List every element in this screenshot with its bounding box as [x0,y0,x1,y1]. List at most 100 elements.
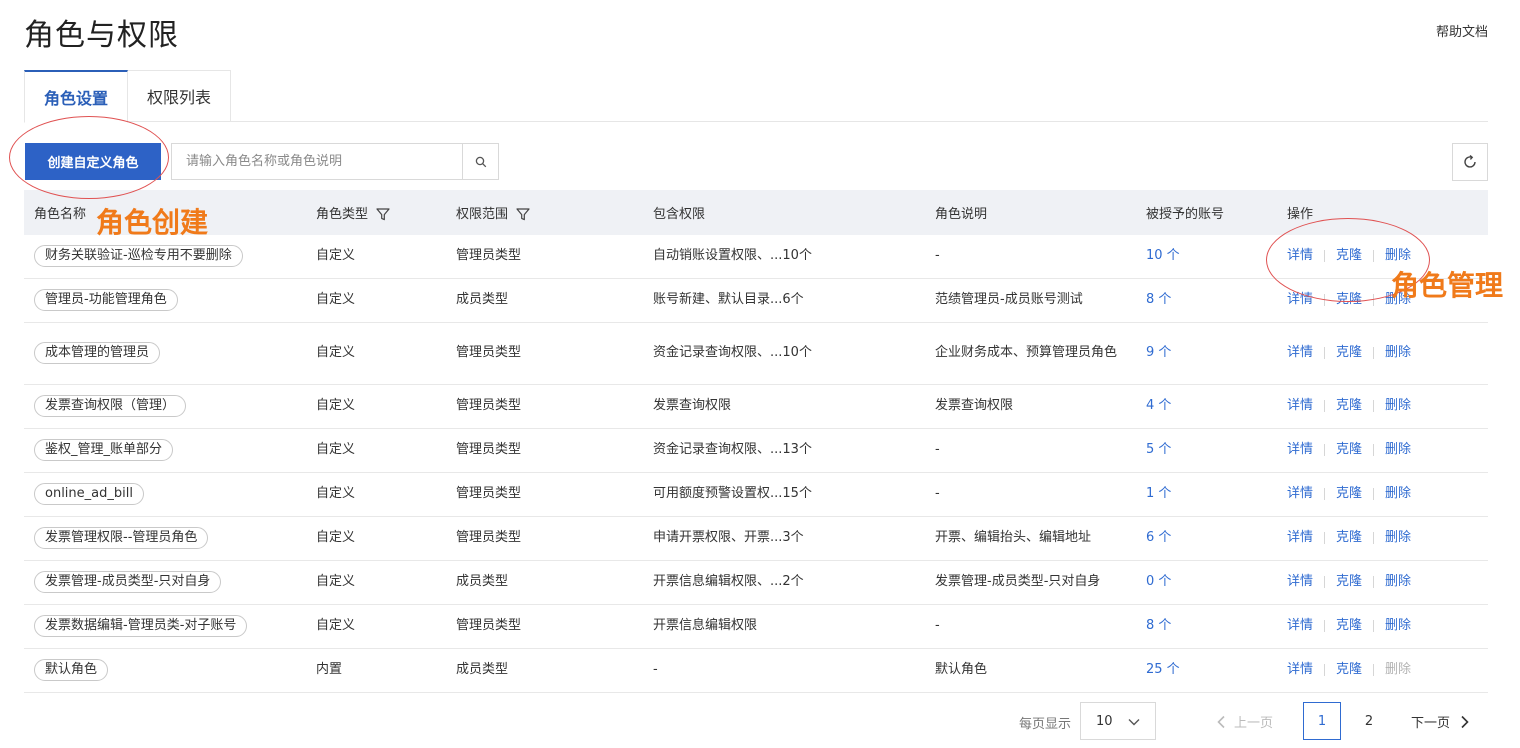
cell-role-name: 发票数据编辑-管理员类-对子账号 [24,604,306,649]
cell-permissions: 资金记录查询权限、...10个 [643,322,925,385]
role-name-tag[interactable]: 发票管理权限--管理员角色 [34,527,209,549]
detail-link[interactable]: 详情 [1287,662,1313,677]
cell-scope: 管理员类型 [446,322,643,385]
cell-accounts: 0 个 [1136,560,1277,605]
cell-operations: 详情 克隆 删除 [1277,472,1488,517]
search-icon [475,156,486,167]
clone-link[interactable]: 克隆 [1336,292,1362,307]
next-page-button[interactable]: 下一页 [1411,712,1470,731]
detail-link[interactable]: 详情 [1287,345,1313,360]
role-name-tag[interactable]: 发票数据编辑-管理员类-对子账号 [34,615,248,637]
refresh-button[interactable] [1452,143,1488,181]
cell-operations: 详情 克隆 删除 [1277,428,1488,473]
cell-description: 企业财务成本、预算管理员角色 [925,322,1136,385]
delete-link[interactable]: 删除 [1385,618,1411,633]
col-header-type: 角色类型 [306,190,446,235]
clone-link[interactable]: 克隆 [1336,530,1362,545]
accounts-link[interactable]: 0 个 [1146,574,1171,589]
create-custom-role-button[interactable]: 创建自定义角色 [25,143,161,180]
page-title: 角色与权限 [24,18,179,53]
delete-link[interactable]: 删除 [1385,442,1411,457]
clone-link[interactable]: 克隆 [1336,442,1362,457]
clone-link[interactable]: 克隆 [1336,618,1362,633]
cell-description: - [925,428,1136,473]
cell-description: 范绩管理员-成员账号测试 [925,278,1136,323]
accounts-link[interactable]: 6 个 [1146,530,1171,545]
detail-link[interactable]: 详情 [1287,248,1313,263]
help-docs-link[interactable]: 帮助文档 [1436,21,1488,40]
prev-page-button[interactable]: 上一页 [1216,712,1273,731]
detail-link[interactable]: 详情 [1287,530,1313,545]
delete-link[interactable]: 删除 [1385,530,1411,545]
cell-role-name: 管理员-功能管理角色 [24,278,306,323]
page-button-2[interactable]: 2 [1350,702,1388,740]
accounts-link[interactable]: 8 个 [1146,618,1171,633]
accounts-link[interactable]: 9 个 [1146,345,1171,360]
cell-role-type: 自定义 [306,428,446,473]
detail-link[interactable]: 详情 [1287,618,1313,633]
divider [1373,293,1375,306]
cell-role-name: 发票管理-成员类型-只对自身 [24,560,306,605]
cell-scope: 管理员类型 [446,384,643,429]
divider [1373,663,1375,676]
col-header-ops: 操作 [1287,207,1314,222]
clone-link[interactable]: 克隆 [1336,662,1362,677]
accounts-link[interactable]: 1 个 [1146,486,1171,501]
clone-link[interactable]: 克隆 [1336,345,1362,360]
role-name-tag[interactable]: 成本管理的管理员 [34,342,161,364]
search-button[interactable] [462,144,498,179]
delete-link[interactable]: 删除 [1385,398,1411,413]
detail-link[interactable]: 详情 [1287,292,1313,307]
page-button-1[interactable]: 1 [1303,702,1341,740]
detail-link[interactable]: 详情 [1287,486,1313,501]
delete-link[interactable]: 删除 [1385,345,1411,360]
cell-scope: 管理员类型 [446,235,643,279]
chevron-left-icon [1217,715,1225,728]
filter-icon[interactable] [516,208,530,221]
search-input[interactable] [172,144,462,179]
col-header-scope: 权限范围 [446,190,643,235]
tab-permission-list[interactable]: 权限列表 [128,70,232,122]
role-name-tag[interactable]: 默认角色 [34,659,109,681]
page-size-select[interactable]: 10 [1080,702,1156,740]
role-name-tag[interactable]: 鉴权_管理_账单部分 [34,439,174,461]
pagination: 每页显示 10 上一页 1 2 下一页 [0,702,1520,740]
accounts-link[interactable]: 4 个 [1146,398,1171,413]
delete-link[interactable]: 删除 [1385,248,1411,263]
cell-accounts: 10 个 [1136,235,1277,279]
cell-role-name: 发票管理权限--管理员角色 [24,516,306,561]
clone-link[interactable]: 克隆 [1336,398,1362,413]
table-row: online_ad_bill 自定义 管理员类型 可用额度预警设置权...15个 -1 … [24,472,1488,517]
clone-link[interactable]: 克隆 [1336,248,1362,263]
role-name-tag[interactable]: 发票管理-成员类型-只对自身 [34,571,222,593]
delete-link[interactable]: 删除 [1385,486,1411,501]
cell-role-type: 自定义 [306,384,446,429]
detail-link[interactable]: 详情 [1287,442,1313,457]
table-row: 默认角色 内置 成员类型 - 默认角色 25 个详情 克隆 删除 [24,648,1488,693]
clone-link[interactable]: 克隆 [1336,574,1362,589]
role-name-tag[interactable]: 财务关联验证-巡检专用不要删除 [34,245,243,268]
accounts-link[interactable]: 5 个 [1146,442,1171,457]
filter-icon[interactable] [376,208,390,221]
divider [1324,531,1326,544]
divider [1373,399,1375,412]
accounts-link[interactable]: 10 个 [1146,248,1180,263]
delete-link[interactable]: 删除 [1385,574,1411,589]
detail-link[interactable]: 详情 [1287,574,1313,589]
cell-permissions: - [643,648,925,693]
cell-operations: 详情 克隆 删除 [1277,604,1488,649]
tab-role-settings[interactable]: 角色设置 [24,70,129,123]
role-name-tag[interactable]: 管理员-功能管理角色 [34,289,178,311]
cell-role-name: 默认角色 [24,648,306,693]
role-name-tag[interactable]: online_ad_bill [34,483,144,505]
accounts-link[interactable]: 25 个 [1146,662,1180,677]
divider [1373,346,1375,359]
cell-accounts: 25 个 [1136,648,1277,693]
accounts-link[interactable]: 8 个 [1146,292,1171,307]
role-name-tag[interactable]: 发票查询权限（管理） [34,395,187,417]
cell-operations: 详情 克隆 删除 [1277,322,1488,385]
divider [1324,487,1326,500]
detail-link[interactable]: 详情 [1287,398,1313,413]
divider [1373,619,1375,632]
clone-link[interactable]: 克隆 [1336,486,1362,501]
